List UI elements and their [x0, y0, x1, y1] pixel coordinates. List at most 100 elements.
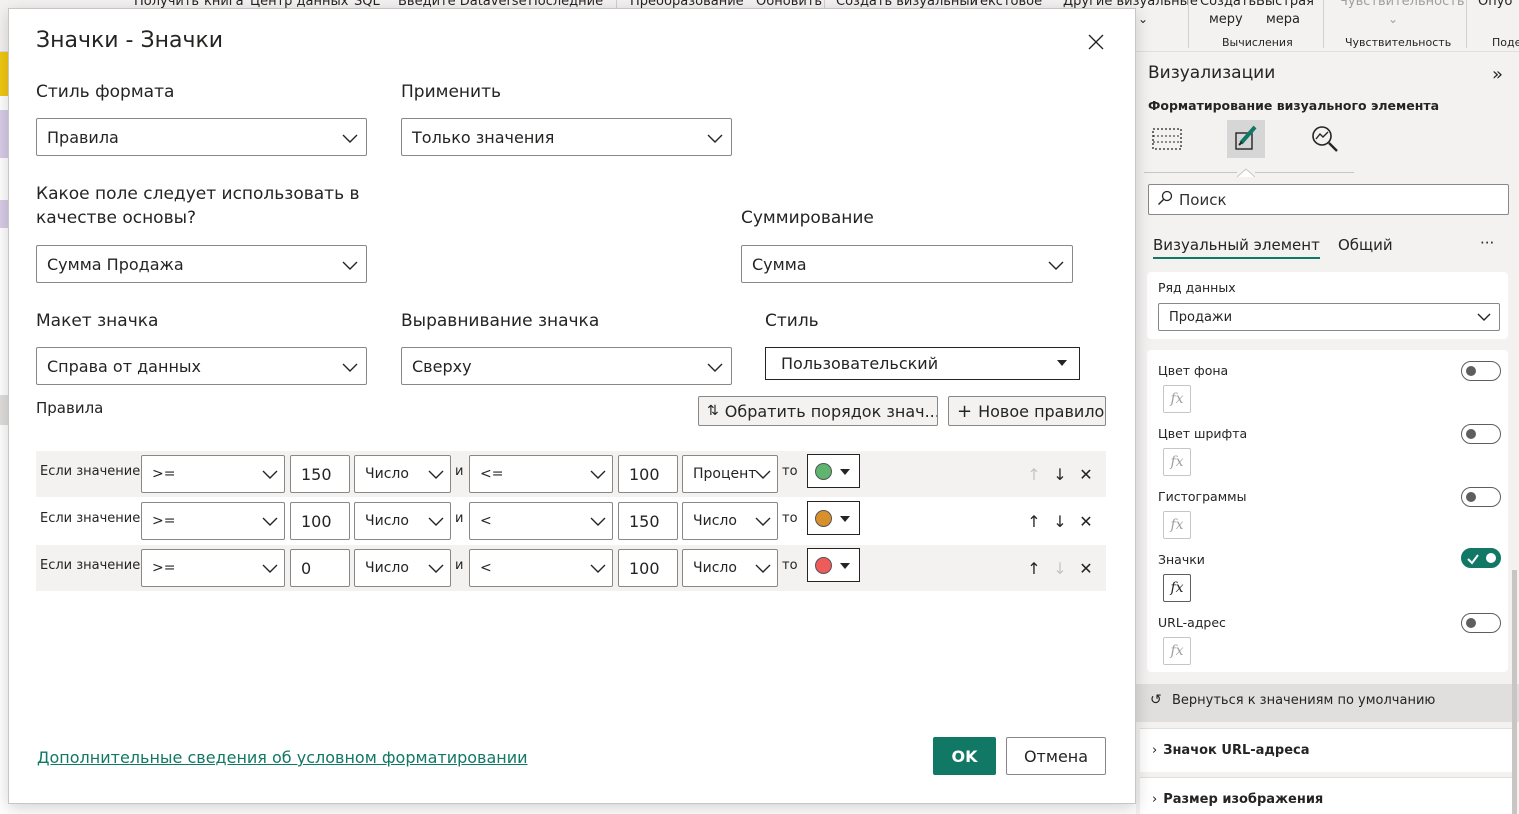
delete-rule-icon[interactable]: ✕ [1076, 511, 1096, 531]
arrow-down-icon[interactable]: ↓ [1050, 558, 1070, 578]
section-url-icon[interactable]: › Значок URL-адреса [1140, 728, 1512, 772]
base-field-select[interactable]: Сумма Продажа [36, 245, 367, 283]
chevron-down-icon [590, 467, 606, 485]
rule-operator1-select[interactable]: >= [141, 502, 285, 540]
new-rule-button[interactable]: + Новое правило [948, 396, 1106, 426]
rule-type1-select[interactable]: Число [354, 502, 451, 540]
arrow-up-icon[interactable]: ↑ [1024, 464, 1044, 484]
rule-if-label: Если значение [40, 464, 141, 479]
style-select[interactable]: Пользовательский [765, 347, 1080, 380]
delete-rule-icon[interactable]: ✕ [1076, 558, 1096, 578]
analytics-icon[interactable] [1306, 120, 1344, 158]
data-bars-fx-button[interactable]: fx [1163, 511, 1191, 539]
data-bars-toggle[interactable] [1461, 487, 1501, 507]
viz-search-input[interactable]: Поиск [1148, 184, 1509, 215]
ribbon-item-sensitivity[interactable]: Чувствительность [1339, 0, 1464, 9]
arrow-down-icon[interactable]: ↓ [1050, 511, 1070, 531]
more-options-icon[interactable]: ··· [1480, 234, 1494, 252]
rule-value2-input[interactable]: 100 [618, 549, 678, 587]
font-color-toggle[interactable] [1461, 424, 1501, 444]
viz-scrollbar[interactable] [1512, 570, 1517, 814]
rule-then-label: то [782, 464, 798, 479]
summarization-select[interactable]: Сумма [741, 245, 1073, 283]
rule-operator1-select[interactable]: >= [141, 455, 285, 493]
ribbon-item-publish[interactable]: Опуб [1478, 0, 1512, 9]
delete-rule-icon[interactable]: ✕ [1076, 464, 1096, 484]
build-visual-icon[interactable] [1148, 120, 1186, 158]
rule-value1-input[interactable]: 150 [290, 455, 350, 493]
bg-color-toggle[interactable] [1461, 361, 1501, 381]
rule-value2-input[interactable]: 150 [618, 502, 678, 540]
rule-icon-picker[interactable] [807, 548, 860, 582]
chevron-down-icon [342, 257, 358, 276]
apply-label: Применить [401, 82, 501, 102]
icon-alignment-select[interactable]: Сверху [401, 347, 732, 385]
arrow-down-icon[interactable]: ↓ [1050, 464, 1070, 484]
icon-layout-select[interactable]: Справа от данных [36, 347, 367, 385]
rule-type2-select[interactable]: Число [682, 502, 778, 540]
rule-value1-input[interactable]: 0 [290, 549, 350, 587]
reverse-order-button[interactable]: ⇅ Обратить порядок знач... [698, 396, 938, 426]
chevron-down-icon [428, 514, 444, 532]
toggle-knob [1466, 618, 1476, 628]
url-fx-button[interactable]: fx [1163, 637, 1191, 665]
chevron-down-icon[interactable]: ⌄ [1388, 12, 1398, 26]
caret-down-icon [1057, 360, 1067, 366]
icons-fx-button[interactable]: fx [1163, 574, 1191, 602]
tab-visual[interactable]: Визуальный элемент [1153, 236, 1320, 259]
chevron-down-icon[interactable]: ⌄ [1138, 12, 1148, 26]
arrow-up-icon[interactable]: ↑ [1024, 511, 1044, 531]
rule-type2-value: Число [693, 513, 737, 529]
rule-type1-select[interactable]: Число [354, 455, 451, 493]
collapse-pane-icon[interactable]: » [1492, 64, 1503, 85]
reset-to-default-link[interactable]: Вернуться к значениям по умолчанию [1172, 693, 1435, 708]
rule-value2-input[interactable]: 100 [618, 455, 678, 493]
rule-type2-select[interactable]: Процент [682, 455, 778, 493]
rule-icon-picker[interactable] [807, 501, 860, 535]
rule-value2: 100 [629, 464, 660, 484]
ribbon-item-new-measure[interactable]: Создать [1200, 0, 1256, 9]
close-icon[interactable] [1084, 30, 1108, 54]
learn-more-link[interactable]: Дополнительные сведения об условном форм… [37, 748, 528, 767]
rule-then-label: то [782, 511, 798, 526]
rule-operator2-value: <= [480, 466, 504, 482]
font-color-fx-button[interactable]: fx [1163, 448, 1191, 476]
rule-value1-input[interactable]: 100 [290, 502, 350, 540]
rule-operator2-select[interactable]: < [469, 502, 613, 540]
ok-button[interactable]: OK [933, 737, 996, 775]
chevron-down-icon [590, 514, 606, 532]
background-tab-purple [0, 110, 8, 158]
rule-type2-select[interactable]: Число [682, 549, 778, 587]
format-visual-icon[interactable] [1227, 120, 1265, 158]
ribbon-group-share: Поде [1492, 36, 1519, 49]
cancel-button[interactable]: Отмена [1006, 737, 1106, 775]
chevron-down-icon [262, 467, 278, 485]
rule-operator2-select[interactable]: <= [469, 455, 613, 493]
chevron-right-icon: › [1152, 743, 1158, 758]
rule-type1-value: Число [365, 466, 409, 482]
viz-icon-notch [1236, 163, 1256, 178]
section-image-size[interactable]: › Размер изображения [1140, 777, 1512, 814]
rule-operator1-select[interactable]: >= [141, 549, 285, 587]
chevron-down-icon [262, 514, 278, 532]
series-select[interactable]: Продажи [1158, 303, 1500, 331]
arrow-up-icon[interactable]: ↑ [1024, 558, 1044, 578]
chevron-down-icon [342, 359, 358, 378]
rule-operator2-select[interactable]: < [469, 549, 613, 587]
tab-general[interactable]: Общий [1338, 236, 1393, 254]
format-style-select[interactable]: Правила [36, 118, 367, 156]
chevron-down-icon [1477, 310, 1491, 328]
url-toggle[interactable] [1461, 613, 1501, 633]
rule-type1-select[interactable]: Число [354, 549, 451, 587]
rule-icon-picker[interactable] [807, 454, 860, 488]
summarization-value: Сумма [752, 254, 807, 274]
rule-if-label: Если значение [40, 511, 141, 526]
ribbon-item-quick-measure[interactable]: Быстрая [1256, 0, 1314, 9]
bg-color-fx-button[interactable]: fx [1163, 385, 1191, 413]
icons-toggle[interactable] [1461, 548, 1501, 568]
caret-down-icon [840, 469, 850, 475]
summarization-label: Суммирование [741, 208, 874, 228]
ok-label: OK [951, 746, 978, 766]
apply-select[interactable]: Только значения [401, 118, 732, 156]
ribbon-separator [1323, 0, 1324, 48]
